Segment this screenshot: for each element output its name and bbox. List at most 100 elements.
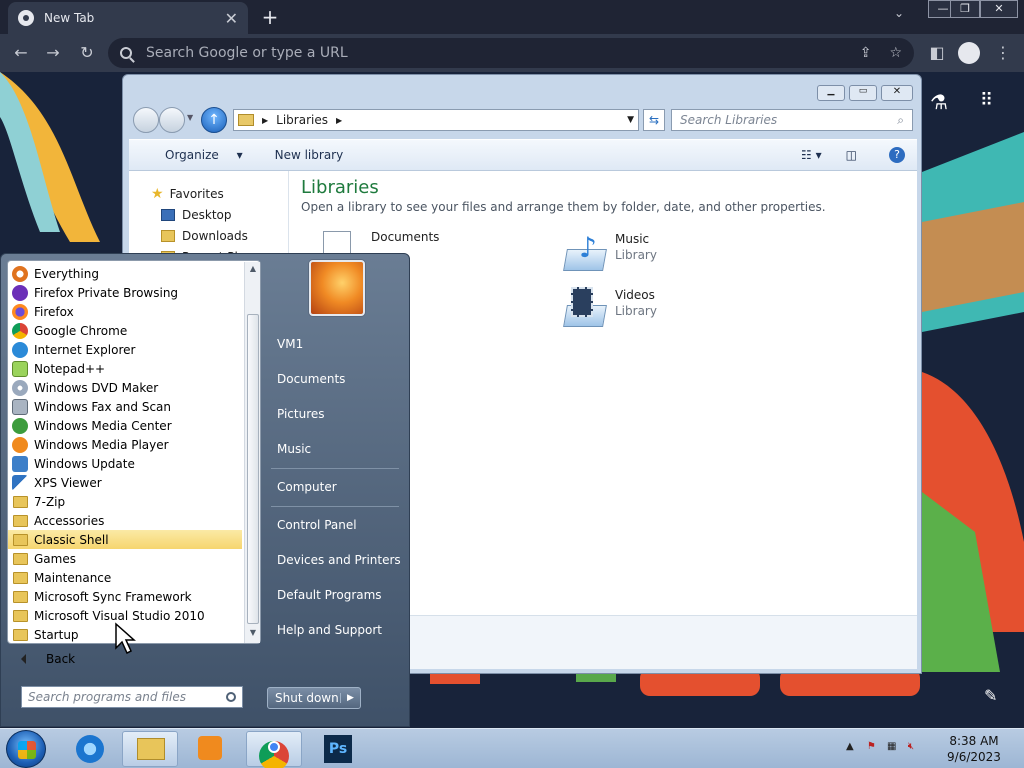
music-library-icon: ♪ — [561, 229, 609, 277]
close-window-button[interactable]: ✕ — [980, 0, 1018, 18]
recent-pages-chevron-icon[interactable]: ▼ — [187, 113, 193, 122]
explorer-search-input[interactable]: Search Libraries ⌕ — [671, 109, 913, 131]
refresh-icon[interactable]: ⇆ — [643, 109, 665, 131]
back-arrow-icon[interactable]: ← — [10, 42, 32, 64]
apps-grid-icon[interactable]: ⠿ — [980, 90, 993, 111]
program-item[interactable]: Firefox Private Browsing — [8, 283, 242, 302]
program-item[interactable]: Windows Media Center — [8, 416, 242, 435]
start-link-documents[interactable]: Documents — [267, 364, 405, 394]
network-icon[interactable]: ▦ — [887, 741, 896, 752]
side-panel-icon[interactable]: ◧ — [926, 42, 948, 64]
start-search-placeholder: Search programs and files — [28, 690, 186, 704]
nav-downloads[interactable]: Downloads — [129, 225, 288, 246]
program-item[interactable]: Windows Media Player — [8, 435, 242, 454]
chrome-taskbar-icon[interactable] — [246, 731, 302, 768]
start-orb-button[interactable] — [6, 730, 46, 768]
volume-muted-icon[interactable]: 🔇︎ — [908, 741, 914, 752]
close-tab-icon[interactable]: ✕ — [225, 9, 238, 28]
program-item[interactable]: Windows Update — [8, 454, 242, 473]
restore-window-button[interactable]: ❐ — [950, 0, 980, 18]
explorer-back-button[interactable] — [133, 107, 159, 133]
organize-button[interactable]: Organize ▾ — [147, 148, 243, 162]
tab-new-tab[interactable]: New Tab ✕ — [8, 2, 248, 34]
preview-pane-icon[interactable]: ◫ — [846, 148, 857, 162]
program-item[interactable]: Notepad++ — [8, 359, 242, 378]
address-bar[interactable]: ▶ Libraries ▶ ▼ — [233, 109, 639, 131]
folder-item[interactable]: Microsoft Sync Framework — [8, 587, 242, 606]
folder-item-selected[interactable]: Classic Shell — [8, 530, 242, 549]
start-link-help-support[interactable]: Help and Support — [267, 615, 405, 645]
program-item[interactable]: Internet Explorer — [8, 340, 242, 359]
reload-icon[interactable]: ↻ — [76, 42, 98, 64]
share-icon[interactable]: ⇪ — [860, 45, 872, 61]
show-hidden-icons-icon[interactable]: ▲ — [846, 741, 854, 752]
up-one-level-button[interactable]: ↑ — [201, 107, 227, 133]
start-link-control-panel[interactable]: Control Panel — [267, 510, 405, 540]
customize-pencil-icon[interactable]: ✎ — [984, 686, 997, 705]
start-link-music[interactable]: Music — [267, 434, 405, 464]
shutdown-options-arrow-icon[interactable]: ▶ — [340, 693, 360, 703]
programs-scrollbar[interactable]: ▲ ▼ — [244, 262, 260, 643]
nav-desktop[interactable]: Desktop — [129, 204, 288, 225]
action-center-flag-icon[interactable]: ⚑ — [867, 741, 876, 752]
folder-item[interactable]: Maintenance — [8, 568, 242, 587]
start-link-devices-printers[interactable]: Devices and Printers — [267, 545, 405, 575]
system-tray: ▲ ⚑ ▦ 🔇︎ — [846, 741, 914, 752]
help-icon[interactable]: ? — [889, 147, 905, 163]
bookmark-star-icon[interactable]: ☆ — [889, 45, 902, 61]
start-link-default-programs[interactable]: Default Programs — [267, 580, 405, 610]
start-search-input[interactable]: Search programs and files — [21, 686, 243, 708]
program-item[interactable]: XPS Viewer — [8, 473, 242, 492]
chrome-icon — [12, 322, 28, 339]
programs-list: Everything Firefox Private Browsing Fire… — [7, 260, 261, 644]
media-player-taskbar-icon[interactable] — [182, 731, 238, 767]
explorer-minimize-button[interactable]: ▁ — [817, 85, 845, 101]
profile-avatar[interactable] — [958, 42, 980, 64]
explorer-taskbar-icon[interactable] — [122, 731, 178, 767]
nav-favorites[interactable]: ★ Favorites — [129, 183, 288, 204]
program-item[interactable]: Everything — [8, 264, 242, 283]
scrollbar-thumb[interactable] — [247, 314, 259, 624]
start-link-computer[interactable]: Computer — [267, 472, 405, 502]
forward-arrow-icon[interactable]: → — [42, 42, 64, 64]
program-item[interactable]: Firefox — [8, 302, 242, 321]
page-title: Libraries — [301, 177, 379, 198]
new-library-button[interactable]: New library — [275, 148, 344, 162]
folder-item[interactable]: Games — [8, 549, 242, 568]
explorer-close-button[interactable]: ✕ — [881, 85, 913, 101]
program-item[interactable]: Windows DVD Maker — [8, 378, 242, 397]
internet-explorer-taskbar-icon[interactable] — [62, 731, 118, 767]
media-center-icon — [12, 417, 28, 434]
tab-search-chevron-icon[interactable]: ⌄ — [894, 6, 904, 20]
library-videos[interactable]: Videos Library — [561, 285, 657, 333]
library-name: Music — [615, 232, 650, 246]
folder-item[interactable]: 7-Zip — [8, 492, 242, 511]
desktop-icon — [161, 208, 175, 221]
address-dropdown-icon[interactable]: ▼ — [627, 115, 634, 125]
xps-viewer-icon — [12, 474, 28, 491]
explorer-command-bar: Organize ▾ New library ☷ ▾ ◫ ? — [129, 139, 917, 171]
programs-scroll-area: Everything Firefox Private Browsing Fire… — [8, 261, 260, 644]
folder-icon — [13, 533, 28, 546]
explorer-maximize-button[interactable]: ▭ — [849, 85, 877, 101]
start-menu: Everything Firefox Private Browsing Fire… — [0, 253, 410, 727]
user-avatar[interactable] — [309, 260, 365, 316]
shutdown-button[interactable]: Shut down ▶ — [267, 687, 361, 709]
library-music[interactable]: ♪ Music Library — [561, 229, 657, 277]
start-link-user[interactable]: VM1 — [267, 329, 405, 359]
program-item[interactable]: Google Chrome — [8, 321, 242, 340]
new-tab-button[interactable]: + — [258, 4, 282, 30]
breadcrumb[interactable]: Libraries — [276, 113, 328, 127]
photoshop-taskbar-icon[interactable]: Ps — [310, 731, 366, 767]
program-item[interactable]: Windows Fax and Scan — [8, 397, 242, 416]
scroll-down-icon[interactable]: ▼ — [247, 628, 259, 642]
change-view-icon[interactable]: ☷ ▾ — [801, 148, 822, 162]
explorer-forward-button[interactable] — [159, 107, 185, 133]
scroll-up-icon[interactable]: ▲ — [247, 264, 259, 278]
omnibox[interactable]: Search Google or type a URL ⇪ ☆ — [108, 38, 914, 68]
start-link-pictures[interactable]: Pictures — [267, 399, 405, 429]
folder-item[interactable]: Accessories — [8, 511, 242, 530]
labs-flask-icon[interactable]: ⚗ — [930, 90, 948, 114]
taskbar-clock[interactable]: 8:38 AM 9/6/2023 — [938, 733, 1010, 765]
chrome-menu-icon[interactable]: ⋮ — [992, 42, 1014, 64]
